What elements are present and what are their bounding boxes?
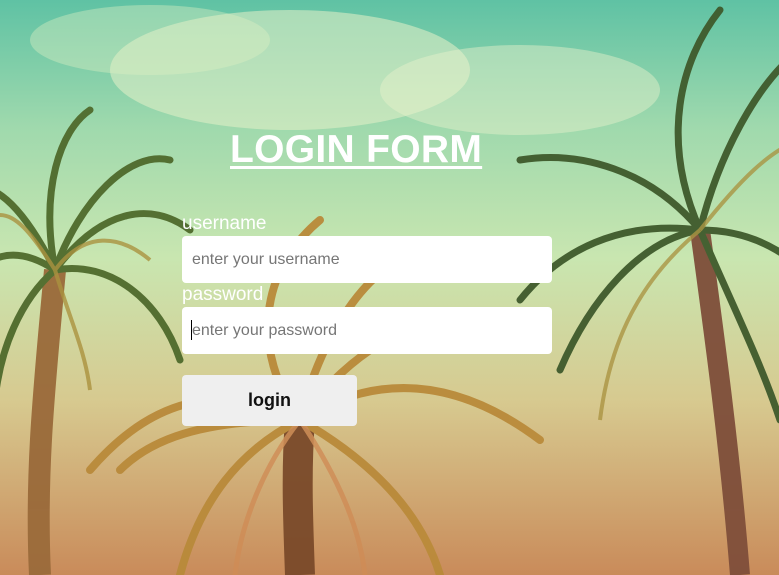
palm-trees-illustration (0, 5, 779, 575)
text-cursor (191, 320, 192, 340)
background-palm-image (0, 0, 779, 575)
username-input[interactable] (182, 236, 552, 283)
login-button[interactable]: login (182, 375, 357, 426)
page-title: LOGIN FORM (230, 128, 483, 171)
password-label: password (182, 284, 264, 305)
left-palm (0, 106, 194, 575)
username-label: username (182, 213, 267, 234)
password-input[interactable] (182, 307, 552, 354)
